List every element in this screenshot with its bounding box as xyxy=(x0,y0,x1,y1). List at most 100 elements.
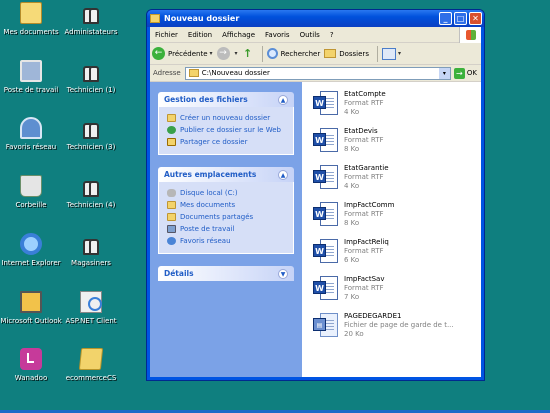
folders-icon xyxy=(324,49,337,58)
expand-chevron-icon[interactable]: ▼ xyxy=(278,268,288,279)
task-new-folder[interactable]: Créer un nouveau dossier xyxy=(167,112,285,124)
internet-explorer-icon xyxy=(20,233,42,255)
task-label: Créer un nouveau dossier xyxy=(180,114,271,122)
desktop-icon-my-documents[interactable]: Mes documents xyxy=(0,2,62,36)
place-label: Documents partagés xyxy=(180,213,254,221)
place-label: Disque local (C:) xyxy=(180,189,238,197)
up-button[interactable]: ↑ xyxy=(242,47,254,60)
file-item[interactable]: W ImpFactReliq Format RTF 6 Ko xyxy=(312,238,481,275)
wanadoo-icon xyxy=(20,348,42,370)
file-name: EtatCompte xyxy=(344,90,386,98)
back-button[interactable]: ← Précédente ▾ xyxy=(152,47,213,60)
panel-title: Autres emplacements xyxy=(164,170,257,179)
title-bar[interactable]: Nouveau dossier _ □ ✕ xyxy=(147,10,484,27)
place-local-disk[interactable]: Disque local (C:) xyxy=(167,187,285,199)
forward-button[interactable]: → ▾ xyxy=(216,47,238,60)
menu-outils[interactable]: Outils xyxy=(295,31,325,39)
my-documents-icon xyxy=(167,201,176,209)
desktop-icon-wanadoo[interactable]: Wanadoo xyxy=(0,348,62,382)
desktop-icon-technicien-4[interactable]: Technicien (4) xyxy=(60,175,122,209)
word-document-icon: W xyxy=(312,127,340,155)
users-icon xyxy=(80,175,102,197)
place-shared-documents[interactable]: Documents partagés xyxy=(167,211,285,223)
my-computer-icon xyxy=(20,60,42,82)
file-size: 6 Ko xyxy=(344,256,360,264)
desktop-icon-outlook[interactable]: Microsoft Outlook xyxy=(0,291,62,325)
file-size: 8 Ko xyxy=(344,145,360,153)
panel-header[interactable]: Autres emplacements ▲ xyxy=(158,167,294,182)
place-network[interactable]: Favoris réseau xyxy=(167,235,285,247)
shared-documents-icon xyxy=(167,213,176,221)
file-size: 4 Ko xyxy=(344,182,360,190)
collapse-chevron-icon[interactable]: ▲ xyxy=(278,169,288,180)
chevron-down-icon[interactable]: ▾ xyxy=(438,67,450,79)
search-icon xyxy=(266,48,278,59)
folders-label: Dossiers xyxy=(339,49,369,58)
menu-edition[interactable]: Edition xyxy=(183,31,217,39)
file-item[interactable]: W ImpFactComm Format RTF 8 Ko xyxy=(312,201,481,238)
toolbar: ← Précédente ▾ → ▾ ↑ Rechercher Dossiers xyxy=(150,43,481,65)
file-type: Fichier de page de garde de t... xyxy=(344,321,454,329)
desktop-icon-label: Corbeille xyxy=(15,201,47,209)
file-size: 7 Ko xyxy=(344,293,360,301)
desktop-icon-network-places[interactable]: Favoris réseau xyxy=(0,117,62,151)
file-name: ImpFactComm xyxy=(344,201,395,209)
close-button[interactable]: ✕ xyxy=(469,12,482,25)
desktop-icon-label: Mes documents xyxy=(3,28,59,36)
panel-header[interactable]: Gestion des fichiers ▲ xyxy=(158,92,294,107)
toolbar-separator xyxy=(376,45,378,62)
minimize-button[interactable]: _ xyxy=(439,12,452,25)
window-body: Fichier Edition Affichage Favoris Outils… xyxy=(150,27,481,377)
menu-favoris[interactable]: Favoris xyxy=(260,31,295,39)
file-type: Format RTF xyxy=(344,99,384,107)
file-tasks-panel: Gestion des fichiers ▲ Créer un nouveau … xyxy=(158,92,294,155)
file-item[interactable]: W EtatCompte Format RTF 4 Ko xyxy=(312,90,481,127)
place-my-computer[interactable]: Poste de travail xyxy=(167,223,285,235)
desktop-icon-aspnet-client[interactable]: ASP.NET Client xyxy=(60,291,122,325)
file-item[interactable]: W EtatDevis Format RTF 8 Ko xyxy=(312,127,481,164)
desktop-icon-label: Magasiners xyxy=(71,259,111,267)
desktop-icon-ecommercecs[interactable]: ecommerceCS xyxy=(60,348,122,382)
menu-fichier[interactable]: Fichier xyxy=(150,31,183,39)
desktop-icon-magasiners[interactable]: Magasiners xyxy=(60,233,122,267)
desktop-icon-my-computer[interactable]: Poste de travail xyxy=(0,60,62,94)
network-places-icon xyxy=(20,117,42,139)
my-computer-icon xyxy=(167,225,176,233)
file-item[interactable]: W EtatGarantie Format RTF 4 Ko xyxy=(312,164,481,201)
file-item[interactable]: ▤ PAGEDEGARDE1 Fichier de page de garde d… xyxy=(312,312,481,349)
desktop-icon-internet-explorer[interactable]: Internet Explorer xyxy=(0,233,62,267)
menu-help[interactable]: ? xyxy=(325,31,339,39)
file-item[interactable]: W ImpFactSav Format RTF 7 Ko xyxy=(312,275,481,312)
details-panel: Détails ▼ xyxy=(158,266,294,281)
desktop-icon-technicien-3[interactable]: Technicien (3) xyxy=(60,117,122,151)
menu-affichage[interactable]: Affichage xyxy=(217,31,260,39)
views-button[interactable]: ▾ xyxy=(381,47,401,60)
place-my-documents[interactable]: Mes documents xyxy=(167,199,285,211)
other-places-panel: Autres emplacements ▲ Disque local (C:) … xyxy=(158,167,294,254)
task-share-folder[interactable]: Partager ce dossier xyxy=(167,136,285,148)
chevron-down-icon[interactable]: ▾ xyxy=(210,50,213,57)
address-label: Adresse xyxy=(153,69,181,77)
panel-header[interactable]: Détails ▼ xyxy=(158,266,294,281)
collapse-chevron-icon[interactable]: ▲ xyxy=(278,94,288,105)
folders-button[interactable]: Dossiers xyxy=(324,49,369,58)
chevron-down-icon[interactable]: ▾ xyxy=(398,50,401,57)
go-button[interactable]: → OK xyxy=(453,67,477,79)
desktop-icon-recycle-bin[interactable]: Corbeille xyxy=(0,175,62,209)
maximize-button[interactable]: □ xyxy=(454,12,467,25)
panel-title: Détails xyxy=(164,269,194,278)
desktop-icon-administrateurs[interactable]: Administateurs xyxy=(60,2,122,36)
desktop-icon-label: Technicien (1) xyxy=(66,86,116,94)
task-publish-web[interactable]: Publier ce dossier sur le Web xyxy=(167,124,285,136)
address-value: C:\Nouveau dossier xyxy=(201,69,270,77)
place-label: Mes documents xyxy=(180,201,236,209)
desktop-icon-technicien-1[interactable]: Technicien (1) xyxy=(60,60,122,94)
file-type: Format RTF xyxy=(344,210,384,218)
desktop-icon-label: Technicien (4) xyxy=(66,201,116,209)
chevron-down-icon[interactable]: ▾ xyxy=(235,50,238,57)
search-button[interactable]: Rechercher xyxy=(266,48,320,59)
address-input[interactable]: C:\Nouveau dossier ▾ xyxy=(184,66,451,80)
back-arrow-icon: ← xyxy=(152,47,165,60)
file-size: 8 Ko xyxy=(344,219,360,227)
file-type: Format RTF xyxy=(344,284,384,292)
